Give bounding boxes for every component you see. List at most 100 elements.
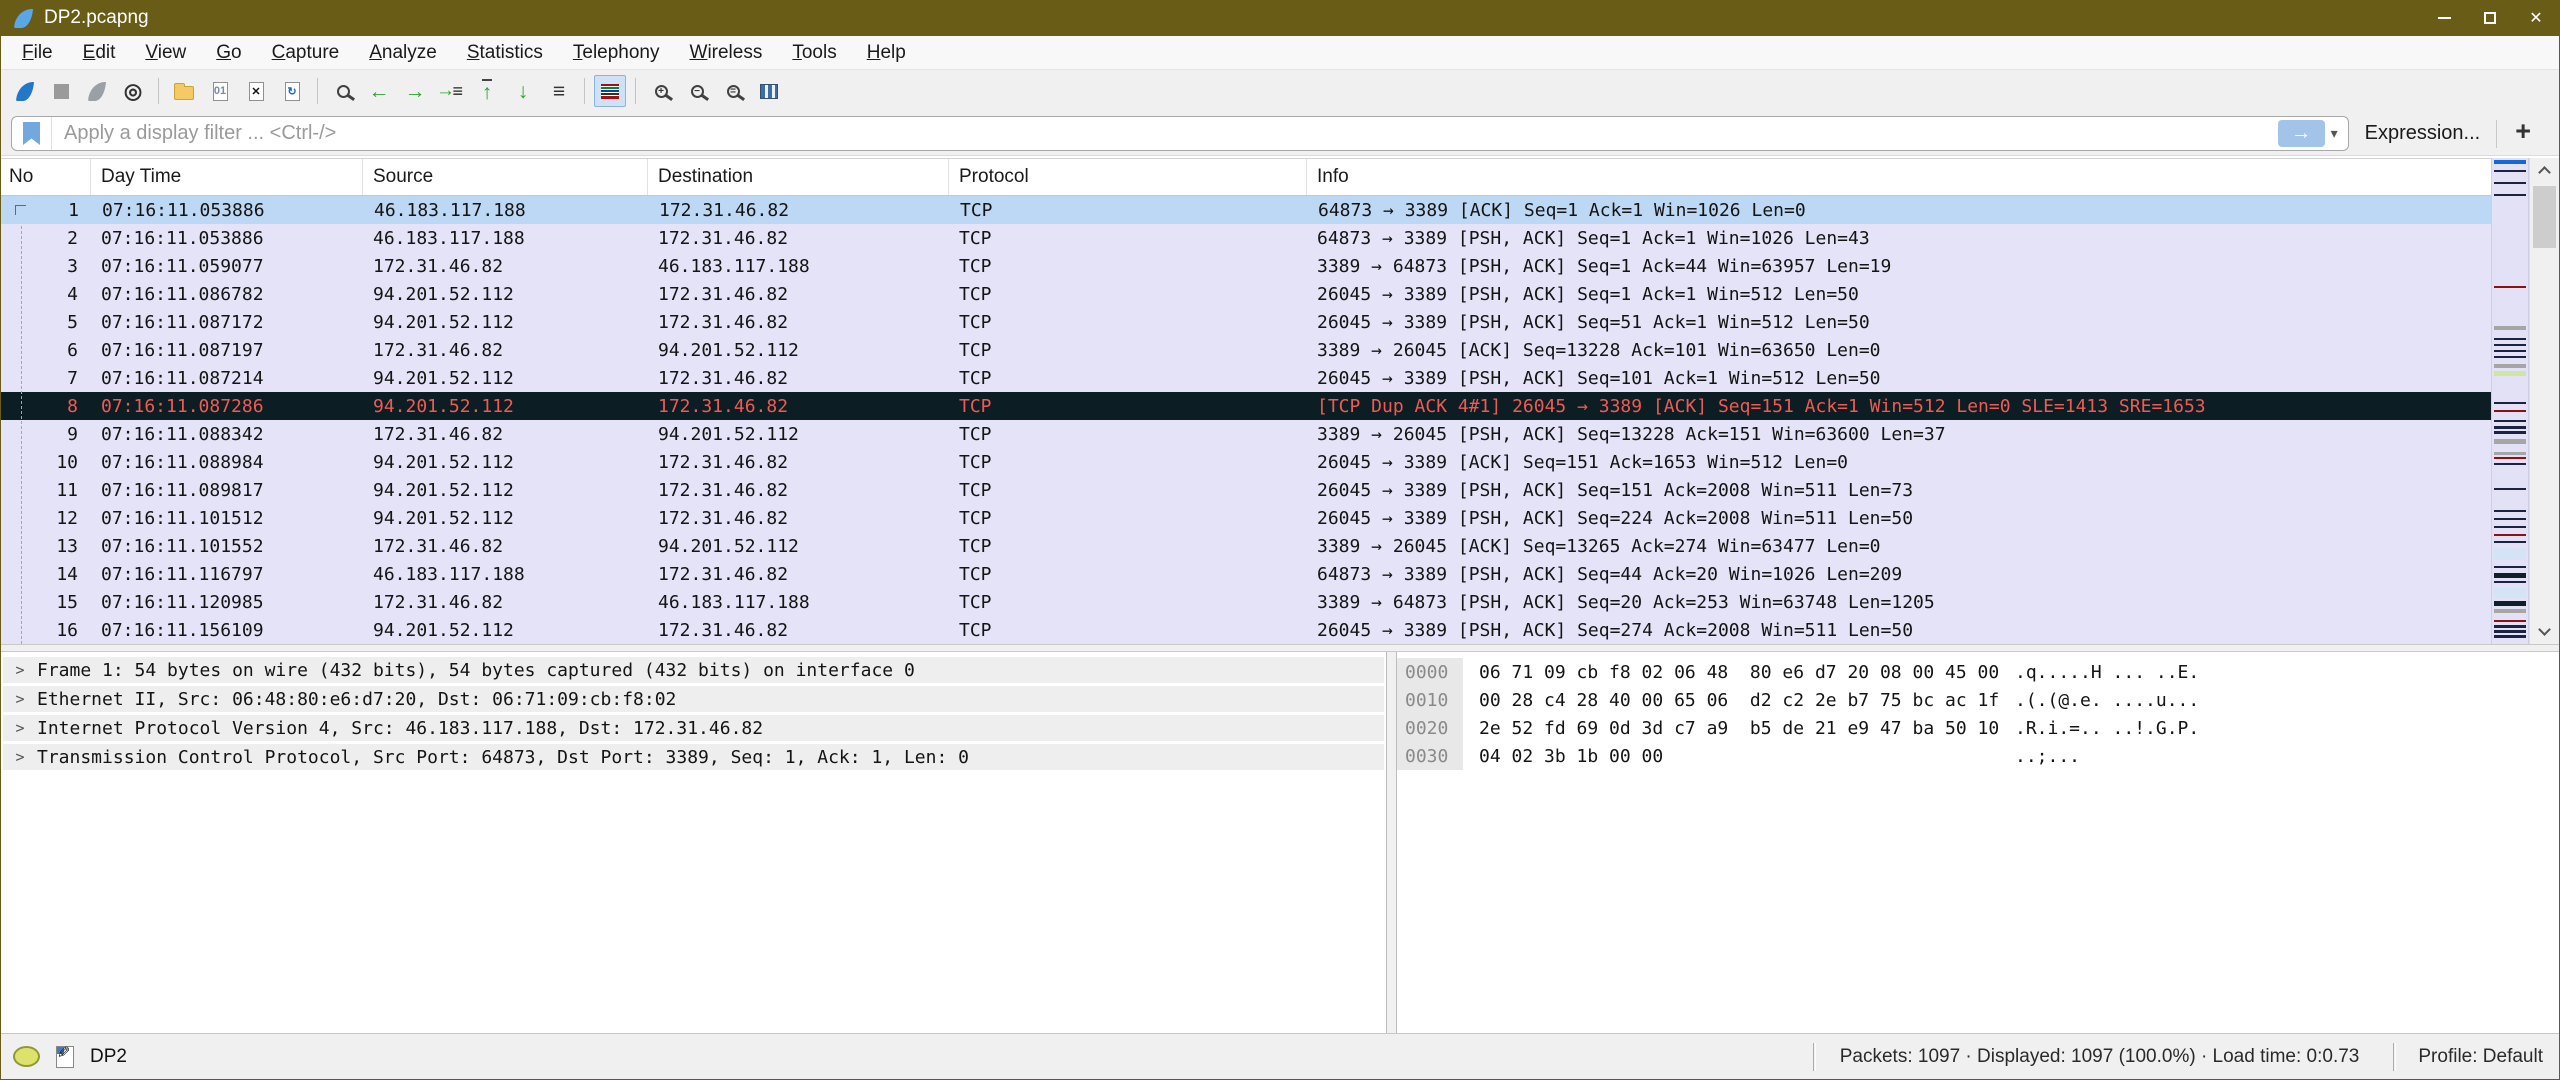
packet-row[interactable]: 14 07:16:11.116797 46.183.117.188 172.31.46… — [1, 560, 2491, 588]
scroll-down-icon[interactable] — [2538, 623, 2551, 636]
col-source: 94.201.52.112 — [373, 451, 514, 473]
menu-analyze[interactable]: Analyze — [354, 36, 452, 70]
packet-row[interactable]: 11 07:16:11.089817 94.201.52.112 172.31.46.… — [1, 476, 2491, 504]
vertical-splitter[interactable] — [1387, 652, 1397, 1034]
minimap-mark — [2494, 182, 2526, 184]
reload-file-icon[interactable]: ↻ — [276, 75, 308, 107]
header-destination[interactable]: Destination — [648, 159, 949, 195]
capture-options-icon[interactable]: ◎ — [117, 75, 149, 107]
horizontal-splitter[interactable] — [1, 644, 2559, 652]
filter-dropdown-chevron-icon[interactable]: ▾ — [2331, 125, 2338, 142]
minimize-icon[interactable] — [2421, 0, 2467, 36]
save-file-icon[interactable]: 01 — [204, 75, 236, 107]
start-capture-icon[interactable] — [9, 75, 41, 107]
header-info[interactable]: Info — [1307, 159, 2491, 195]
close-icon[interactable]: ✕ — [2513, 0, 2559, 36]
resize-columns-icon[interactable] — [753, 75, 785, 107]
minimap-mark — [2494, 160, 2526, 164]
scroll-up-icon[interactable] — [2538, 166, 2551, 179]
zoom-in-icon[interactable]: + — [645, 75, 677, 107]
go-last-packet-icon[interactable]: ↓ — [507, 75, 539, 107]
detail-line[interactable]: > Internet Protocol Version 4, Src: 46.18… — [3, 715, 1384, 741]
packet-row[interactable]: 10 07:16:11.088984 94.201.52.112 172.31.46.… — [1, 448, 2491, 476]
expression-button[interactable]: Expression... — [2349, 122, 2497, 145]
header-day-time[interactable]: Day Time — [91, 159, 363, 195]
expand-chevron-icon[interactable]: > — [3, 690, 37, 708]
col-no: 1 — [68, 199, 79, 221]
hex-row[interactable]: 0030 04 02 3b 1b 00 00..;... — [1397, 742, 2559, 770]
col-protocol: TCP — [959, 619, 992, 641]
packet-row[interactable]: 15 07:16:11.120985 172.31.46.82 46.183.117.… — [1, 588, 2491, 616]
maximize-icon[interactable] — [2467, 0, 2513, 36]
packet-row[interactable]: 5 07:16:11.087172 94.201.52.112 172.31.46.8… — [1, 308, 2491, 336]
col-source: 46.183.117.188 — [373, 563, 525, 585]
menu-statistics[interactable]: Statistics — [452, 36, 558, 70]
hex-row[interactable]: 0020 2e 52 fd 69 0d 3d c7 a9 b5 de 21 e9 … — [1397, 714, 2559, 742]
colorize-packets-icon[interactable] — [594, 75, 626, 107]
packet-list-scrollbar[interactable] — [2529, 158, 2559, 644]
menu-help[interactable]: Help — [852, 36, 921, 70]
stop-capture-icon[interactable] — [45, 75, 77, 107]
menu-view[interactable]: View — [130, 36, 201, 70]
capture-comment-icon[interactable]: ✎ — [56, 1045, 74, 1068]
hex-ascii: .R.i.=.. ..!.G.P. — [2015, 717, 2200, 739]
col-no: 2 — [67, 227, 78, 249]
apply-filter-button[interactable]: → — [2277, 120, 2325, 147]
header-protocol[interactable]: Protocol — [949, 159, 1307, 195]
expert-info-icon[interactable] — [13, 1046, 40, 1067]
auto-scroll-icon[interactable]: ≡ — [543, 75, 575, 107]
packet-row[interactable]: 6 07:16:11.087197 172.31.46.82 94.201.52.11… — [1, 336, 2491, 364]
wireshark-window: DP2.pcapng ✕ File Edit View Go Capture Analyz… — [0, 0, 2560, 1080]
menu-go[interactable]: Go — [201, 36, 256, 70]
hex-row[interactable]: 0000 06 71 09 cb f8 02 06 48 80 e6 d7 20 … — [1397, 658, 2559, 686]
menu-capture[interactable]: Capture — [257, 36, 355, 70]
packet-row[interactable]: 8 07:16:11.087286 94.201.52.112 172.31.46.8… — [1, 392, 2491, 420]
open-file-icon[interactable] — [168, 75, 200, 107]
packet-row[interactable]: 1 07:16:11.053886 46.183.117.188 172.31.46.… — [1, 196, 2491, 224]
detail-line[interactable]: > Frame 1: 54 bytes on wire (432 bits), 5… — [3, 657, 1384, 683]
packet-row[interactable]: 9 07:16:11.088342 172.31.46.82 94.201.52.11… — [1, 420, 2491, 448]
go-to-packet-icon[interactable]: ≡ → — [435, 75, 467, 107]
close-file-icon[interactable]: ✕ — [240, 75, 272, 107]
header-no[interactable]: No — [1, 159, 91, 195]
packet-row[interactable]: 16 07:16:11.156109 94.201.52.112 172.31.46.… — [1, 616, 2491, 644]
intelligent-scrollbar-minimap[interactable] — [2491, 158, 2529, 644]
packet-row[interactable]: 7 07:16:11.087214 94.201.52.112 172.31.46.8… — [1, 364, 2491, 392]
find-packet-icon[interactable] — [327, 75, 359, 107]
packet-row[interactable]: 13 07:16:11.101552 172.31.46.82 94.201.52.1… — [1, 532, 2491, 560]
add-filter-button[interactable]: + — [2497, 116, 2549, 151]
detail-line[interactable]: > Ethernet II, Src: 06:48:80:e6:d7:20, Ds… — [3, 686, 1384, 712]
restart-capture-icon[interactable] — [81, 75, 113, 107]
go-first-packet-icon[interactable]: ↑ — [471, 75, 503, 107]
col-source: 172.31.46.82 — [373, 339, 504, 361]
expand-chevron-icon[interactable]: > — [3, 719, 37, 737]
col-source: 94.201.52.112 — [373, 311, 514, 333]
profile-label[interactable]: Profile: Default — [2394, 1046, 2559, 1068]
col-source: 94.201.52.112 — [373, 507, 514, 529]
menu-edit[interactable]: Edit — [68, 36, 131, 70]
packet-row[interactable]: 12 07:16:11.101512 94.201.52.112 172.31.46.… — [1, 504, 2491, 532]
go-back-icon[interactable]: ← — [363, 75, 395, 107]
detail-line[interactable]: > Transmission Control Protocol, Src Port… — [3, 744, 1384, 770]
scrollbar-thumb[interactable] — [2533, 186, 2556, 248]
filter-bookmark-button[interactable] — [12, 117, 52, 150]
col-no: 16 — [56, 619, 78, 641]
col-protocol: TCP — [959, 451, 992, 473]
expand-chevron-icon[interactable]: > — [3, 748, 37, 766]
display-filter-input[interactable] — [52, 122, 2278, 145]
packet-row[interactable]: 4 07:16:11.086782 94.201.52.112 172.31.46.8… — [1, 280, 2491, 308]
expand-chevron-icon[interactable]: > — [3, 661, 37, 679]
packet-row[interactable]: 3 07:16:11.059077 172.31.46.82 46.183.117.1… — [1, 252, 2491, 280]
header-source[interactable]: Source — [363, 159, 648, 195]
col-info: 64873 → 3389 [PSH, ACK] Seq=1 Ack=1 Win=… — [1317, 227, 1870, 249]
zoom-reset-icon[interactable]: = — [717, 75, 749, 107]
zoom-out-icon[interactable]: − — [681, 75, 713, 107]
menu-tools[interactable]: Tools — [777, 36, 851, 70]
menu-telephony[interactable]: Telephony — [558, 36, 675, 70]
menu-file[interactable]: File — [7, 36, 68, 70]
col-info: 26045 → 3389 [PSH, ACK] Seq=274 Ack=2008… — [1317, 619, 1914, 641]
packet-row[interactable]: 2 07:16:11.053886 46.183.117.188 172.31.46.… — [1, 224, 2491, 252]
go-forward-icon[interactable]: → — [399, 75, 431, 107]
menu-wireless[interactable]: Wireless — [675, 36, 778, 70]
hex-row[interactable]: 0010 00 28 c4 28 40 00 65 06 d2 c2 2e b7 … — [1397, 686, 2559, 714]
